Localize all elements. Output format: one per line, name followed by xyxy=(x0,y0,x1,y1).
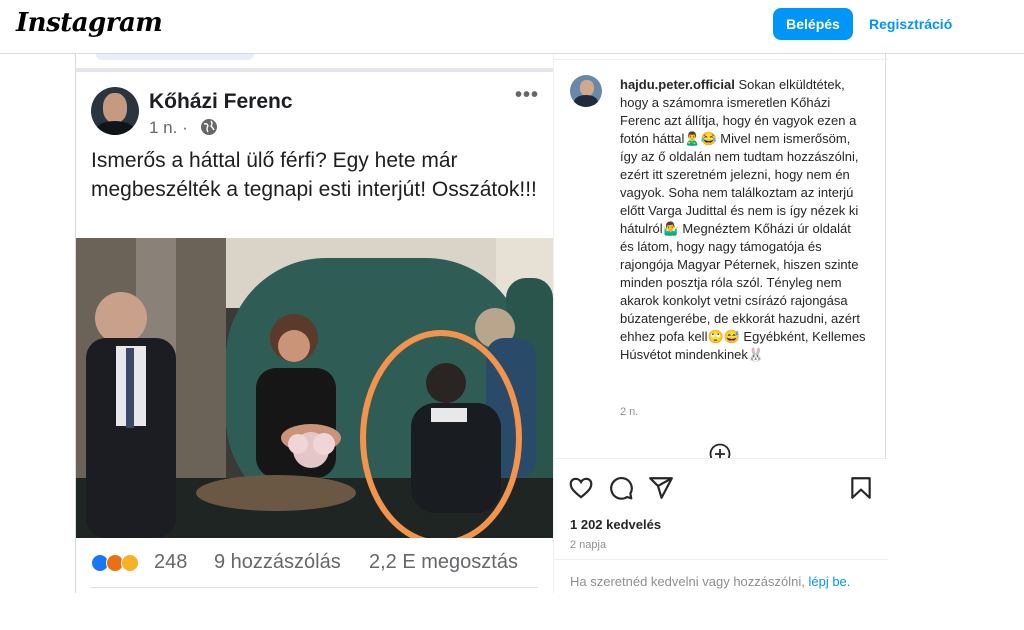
sidebar-divider xyxy=(554,59,888,60)
login-prompt: Ha szeretnéd kedvelni vagy hozzászólni, … xyxy=(570,574,850,589)
fb-stats-row: 248 9 hozzászólás 2,2 E megosztás xyxy=(76,540,553,584)
post-photo xyxy=(76,238,553,538)
like-count[interactable]: 1 202 kedvelés xyxy=(570,517,661,532)
fb-reaction-count: 248 xyxy=(154,551,188,573)
caption-time: 2 n. xyxy=(620,406,639,418)
instagram-logo[interactable]: Instagram xyxy=(16,8,163,38)
fb-post-time: 1 n. · xyxy=(149,118,188,137)
comment-icon[interactable] xyxy=(608,475,634,501)
fb-divider xyxy=(91,587,538,588)
caption-text: Sokan elküldtétek, hogy a számomra ismer… xyxy=(620,77,866,362)
caption-avatar[interactable] xyxy=(570,75,602,107)
login-button[interactable]: Belépés xyxy=(773,8,853,40)
wow-reaction-icon xyxy=(121,554,139,572)
top-bar: Instagram Belépés Regisztráció xyxy=(0,0,1024,54)
register-link[interactable]: Regisztráció xyxy=(869,16,952,32)
fb-author-avatar xyxy=(91,87,139,135)
media-top-strip xyxy=(96,54,254,60)
post-sidebar: hajdu.peter.official Sokan elküldtétek, … xyxy=(553,54,888,593)
caption-username[interactable]: hajdu.peter.official xyxy=(620,77,735,92)
heart-icon[interactable] xyxy=(568,475,594,501)
bookmark-icon[interactable] xyxy=(848,475,874,501)
login-prompt-text: Ha szeretnéd kedvelni vagy hozzászólni, xyxy=(570,574,809,589)
post-age[interactable]: 2 napja xyxy=(570,539,606,551)
login-link[interactable]: lépj be. xyxy=(808,574,850,589)
fb-post-text: Ismerős a háttal ülő férfi? Egy hete már… xyxy=(91,149,537,201)
fb-more-icon: ••• xyxy=(515,84,540,106)
fb-comment-count: 9 hozzászólás xyxy=(214,551,341,573)
post-actions: 1 202 kedvelés 2 napja Ha szeretnéd kedv… xyxy=(554,458,888,593)
fb-share-count: 2,2 E megosztás xyxy=(369,551,518,573)
media-divider xyxy=(76,68,553,72)
share-icon[interactable] xyxy=(648,475,674,501)
post-media[interactable]: Kőházi Ferenc 1 n. · ••• Ismerős a hátta… xyxy=(76,54,553,593)
globe-icon xyxy=(201,119,217,135)
fb-author-name: Kőházi Ferenc xyxy=(149,90,293,113)
post-caption: hajdu.peter.official Sokan elküldtétek, … xyxy=(620,76,866,364)
login-prompt-bar: Ha szeretnéd kedvelni vagy hozzászólni, … xyxy=(554,559,888,594)
post-card: Kőházi Ferenc 1 n. · ••• Ismerős a hátta… xyxy=(75,54,888,593)
